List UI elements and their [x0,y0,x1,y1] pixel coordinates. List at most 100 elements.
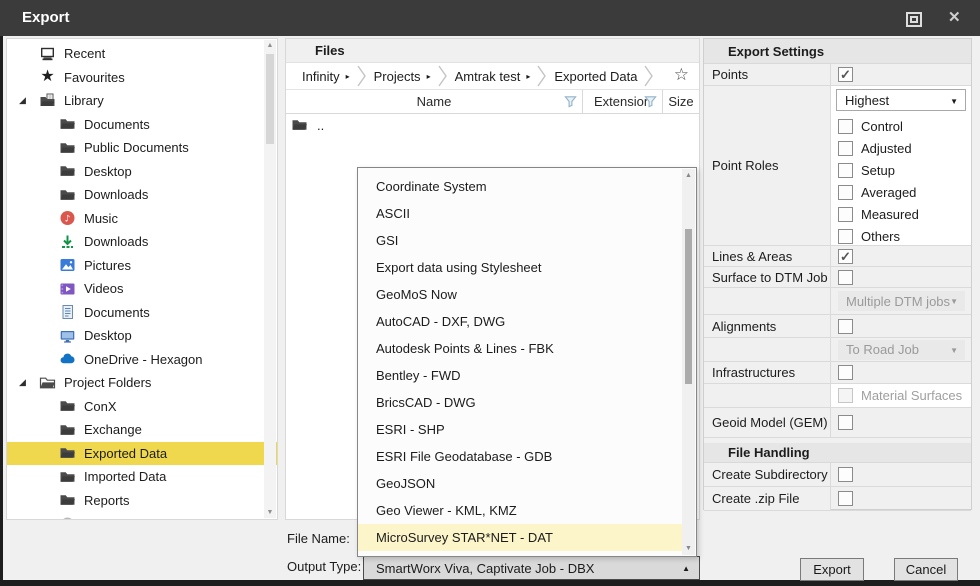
sidebar-item-imported-data[interactable]: Imported Data [7,465,277,489]
sidebar-item-exported-data-selected[interactable]: Exported Data [7,442,278,466]
scroll-up-icon[interactable]: ▲ [264,42,276,49]
close-icon[interactable]: ✕ [948,8,961,26]
scroll-up-icon[interactable]: ▲ [682,172,695,179]
sidebar-item-documents-user[interactable]: Documents [7,301,277,325]
sidebar-item-recent[interactable]: Recent [7,42,277,66]
sidebar-item-reports[interactable]: Reports [7,489,277,513]
sidebar-item-exchange[interactable]: Exchange [7,418,277,442]
filter-funnel-icon[interactable] [564,95,577,108]
road-job-dropdown-row: To Road Job ▼ [704,338,971,362]
surface-dtm-checkbox[interactable] [838,270,853,285]
folder-icon [59,140,76,156]
dropdown-option[interactable]: GeoMoS Now [358,281,683,308]
breadcrumb-segment-exported-data[interactable]: Exported Data [548,69,643,84]
setup-checkbox[interactable] [838,163,853,178]
create-zip-checkbox[interactable] [838,491,853,506]
dropdown-option-highlighted[interactable]: MicroSurvey STAR*NET - DAT [358,524,683,551]
control-checkbox[interactable] [838,119,853,134]
lines-areas-checkbox[interactable] [838,249,853,264]
dropdown-option[interactable]: Coordinate System [358,173,683,200]
file-row-name: .. [317,118,324,133]
sidebar-item-clipped[interactable] [7,512,277,520]
sidebar-item-onedrive[interactable]: OneDrive - Hexagon [7,348,277,372]
create-zip-row: Create .zip File [704,487,971,511]
breadcrumb-dropdown-arrow-icon[interactable]: ▸ [346,72,350,81]
dropdown-option[interactable]: Autodesk Points & Lines - FBK [358,335,683,362]
sidebar-item-label: ConX [84,399,117,414]
sidebar-scrollbar[interactable]: ▲ ▼ [264,40,276,518]
scrollbar-thumb[interactable] [266,54,274,144]
dropdown-option[interactable]: AutoCAD - DXF, DWG [358,308,683,335]
expander-icon[interactable]: ◢ [19,96,26,105]
dropdown-option[interactable]: Bentley - FWD [358,362,683,389]
sidebar-item-library[interactable]: ◢ Library [7,89,277,113]
expander-icon[interactable]: ◢ [19,378,26,387]
sidebar-item-downloads[interactable]: Downloads [7,183,277,207]
restore-window-icon[interactable] [906,12,922,27]
create-subdirectory-checkbox[interactable] [838,467,853,482]
column-header-size[interactable]: Size [662,90,699,113]
dropdown-option[interactable]: ESRI File Geodatabase - GDB [358,443,683,470]
infrastructures-checkbox[interactable] [838,365,853,380]
scroll-down-icon[interactable]: ▼ [264,509,276,516]
create-zip-label: Create .zip File [704,487,831,510]
cancel-button[interactable]: Cancel [894,558,958,581]
material-surfaces-checkbox-disabled [838,388,853,403]
export-button[interactable]: Export [800,558,864,581]
sidebar-item-desktop[interactable]: Desktop [7,160,277,184]
dropdown-scrollbar[interactable]: ▲ ▼ [682,169,695,555]
averaged-checkbox[interactable] [838,185,853,200]
adjusted-checkbox[interactable] [838,141,853,156]
column-header-extension[interactable]: Extension [582,90,662,113]
sidebar-item-videos[interactable]: Videos [7,277,277,301]
sidebar-item-desktop-user[interactable]: Desktop [7,324,277,348]
favourite-star-icon[interactable]: ☆ [674,65,689,85]
file-row-parent-directory[interactable]: .. [286,114,699,136]
sidebar-item-label: Documents [84,305,150,320]
sidebar-item-pictures[interactable]: Pictures [7,254,277,278]
dropdown-option[interactable]: GSI [358,227,683,254]
scrollbar-thumb[interactable] [685,229,692,384]
restore-inner-square [910,16,918,23]
files-panel-title: Files [286,39,699,63]
sidebar-item-project-folders[interactable]: ◢ Project Folders [7,371,277,395]
sidebar-item-favourites[interactable]: ★ Favourites [7,66,277,90]
star-icon: ★ [39,69,56,85]
breadcrumb-dropdown-arrow-icon[interactable]: ▸ [526,72,530,81]
dropdown-option[interactable]: ASCII [358,200,683,227]
library-icon [39,93,56,109]
others-checkbox[interactable] [838,229,853,244]
dropdown-option[interactable]: Geo Viewer - KML, KMZ [358,497,683,524]
export-settings-title: Export Settings [704,39,971,64]
dropdown-option[interactable]: ESRI - SHP [358,416,683,443]
dtm-jobs-dropdown-row: Multiple DTM jobs ▼ [704,288,971,315]
clipped-item-icon [59,516,76,520]
output-type-combobox[interactable]: SmartWorx Viva, Captivate Job - DBX ▲ [363,556,700,580]
dropdown-option[interactable]: GeoJSON [358,470,683,497]
point-roles-label: Point Roles [704,86,831,245]
sidebar-item-documents[interactable]: Documents [7,113,277,137]
dropdown-option[interactable]: Export data using Stylesheet [358,254,683,281]
measured-checkbox[interactable] [838,207,853,222]
sidebar-item-conx[interactable]: ConX [7,395,277,419]
chevron-down-icon: ▼ [950,97,958,106]
column-header-name[interactable]: Name [286,90,582,113]
sidebar-item-music[interactable]: ♪ Music [7,207,277,231]
chevron-separator-icon [437,64,449,88]
svg-text:♪: ♪ [65,215,71,225]
role-option-others: Others [836,225,971,247]
geoid-checkbox[interactable] [838,415,853,430]
sidebar-item-downloads-user[interactable]: Downloads [7,230,277,254]
dropdown-option[interactable]: BricsCAD - DWG [358,389,683,416]
sidebar-item-public-documents[interactable]: Public Documents [7,136,277,160]
breadcrumb-dropdown-arrow-icon[interactable]: ▸ [427,72,431,81]
scroll-down-icon[interactable]: ▼ [682,545,695,552]
point-roles-dropdown[interactable]: Highest ▼ [836,89,966,111]
points-checkbox[interactable] [838,67,853,82]
filter-funnel-icon[interactable] [644,95,657,108]
breadcrumb-segment-infinity[interactable]: Infinity ▸ [296,69,356,84]
alignments-checkbox[interactable] [838,319,853,334]
breadcrumb-segment-amtrak-test[interactable]: Amtrak test ▸ [449,69,537,84]
breadcrumb-segment-projects[interactable]: Projects ▸ [368,69,437,84]
folder-icon [291,117,308,133]
